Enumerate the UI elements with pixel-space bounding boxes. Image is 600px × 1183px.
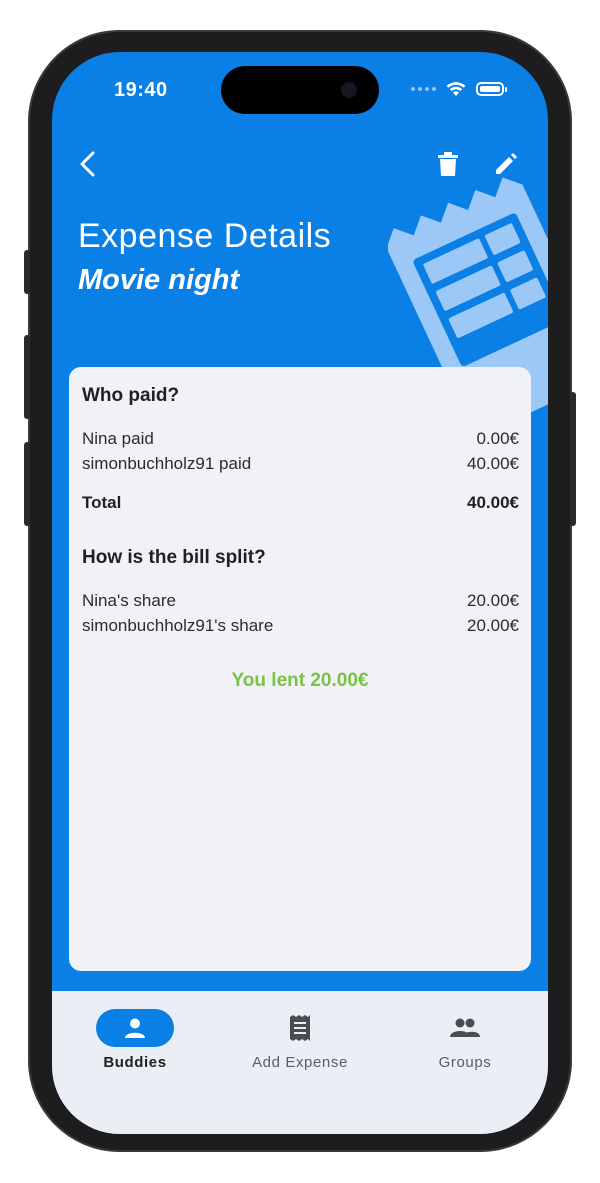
who-paid-heading: Who paid? bbox=[82, 385, 180, 406]
expense-details-card: Who paid? Nina paid 0.00€ simonbuchholz9… bbox=[69, 367, 531, 971]
silent-switch bbox=[24, 250, 30, 294]
payer-amount: 0.00€ bbox=[476, 429, 519, 448]
back-button[interactable] bbox=[72, 148, 104, 180]
total-amount: 40.00€ bbox=[467, 493, 519, 512]
pencil-icon bbox=[496, 153, 517, 174]
payer-row: Nina paid 0.00€ bbox=[82, 429, 519, 449]
share-amount: 20.00€ bbox=[467, 616, 519, 635]
person-icon bbox=[125, 1018, 145, 1038]
bottom-navigation: Buddies Add Expense Groups bbox=[52, 991, 548, 1134]
nav-indicator bbox=[426, 1009, 504, 1047]
nav-item-add-expense[interactable]: Add Expense bbox=[220, 1009, 380, 1071]
balance-summary: You lent 20.00€ bbox=[231, 670, 369, 691]
payer-label: simonbuchholz91 paid bbox=[82, 454, 252, 473]
nav-label: Add Expense bbox=[252, 1054, 348, 1071]
volume-down-button bbox=[24, 442, 30, 526]
volume-up-button bbox=[24, 335, 30, 419]
nav-label: Groups bbox=[438, 1054, 492, 1071]
signal-dots-icon bbox=[411, 87, 436, 91]
status-time: 19:40 bbox=[114, 79, 168, 101]
share-label: Nina's share bbox=[82, 591, 176, 610]
power-button bbox=[570, 392, 576, 526]
nav-indicator bbox=[96, 1009, 174, 1047]
nav-label: Buddies bbox=[103, 1054, 167, 1071]
receipt-icon bbox=[290, 1015, 310, 1041]
app-screen: 19:40 Expense Details Movie night Who pa… bbox=[52, 52, 548, 1134]
total-label: Total bbox=[82, 493, 122, 512]
expense-name: Movie night bbox=[78, 264, 240, 296]
split-heading: How is the bill split? bbox=[82, 547, 266, 568]
battery-icon bbox=[476, 82, 507, 96]
status-icons bbox=[411, 81, 507, 97]
nav-item-buddies[interactable]: Buddies bbox=[55, 1009, 215, 1071]
payer-row: simonbuchholz91 paid 40.00€ bbox=[82, 454, 519, 474]
trash-icon bbox=[438, 152, 458, 176]
share-row: simonbuchholz91's share 20.00€ bbox=[82, 616, 519, 636]
share-label: simonbuchholz91's share bbox=[82, 616, 274, 635]
nav-item-groups[interactable]: Groups bbox=[385, 1009, 545, 1071]
delete-button[interactable] bbox=[432, 148, 464, 180]
total-row: Total 40.00€ bbox=[82, 493, 519, 513]
front-camera bbox=[341, 82, 357, 98]
back-arrow-icon bbox=[80, 151, 95, 177]
group-icon bbox=[450, 1018, 480, 1037]
share-row: Nina's share 20.00€ bbox=[82, 591, 519, 611]
dynamic-island bbox=[221, 66, 379, 114]
nav-indicator bbox=[261, 1009, 339, 1047]
edit-button[interactable] bbox=[490, 148, 522, 180]
wifi-icon bbox=[446, 82, 466, 96]
page-title: Expense Details bbox=[78, 217, 332, 255]
payer-label: Nina paid bbox=[82, 429, 154, 448]
share-amount: 20.00€ bbox=[467, 591, 519, 610]
payer-amount: 40.00€ bbox=[467, 454, 519, 473]
